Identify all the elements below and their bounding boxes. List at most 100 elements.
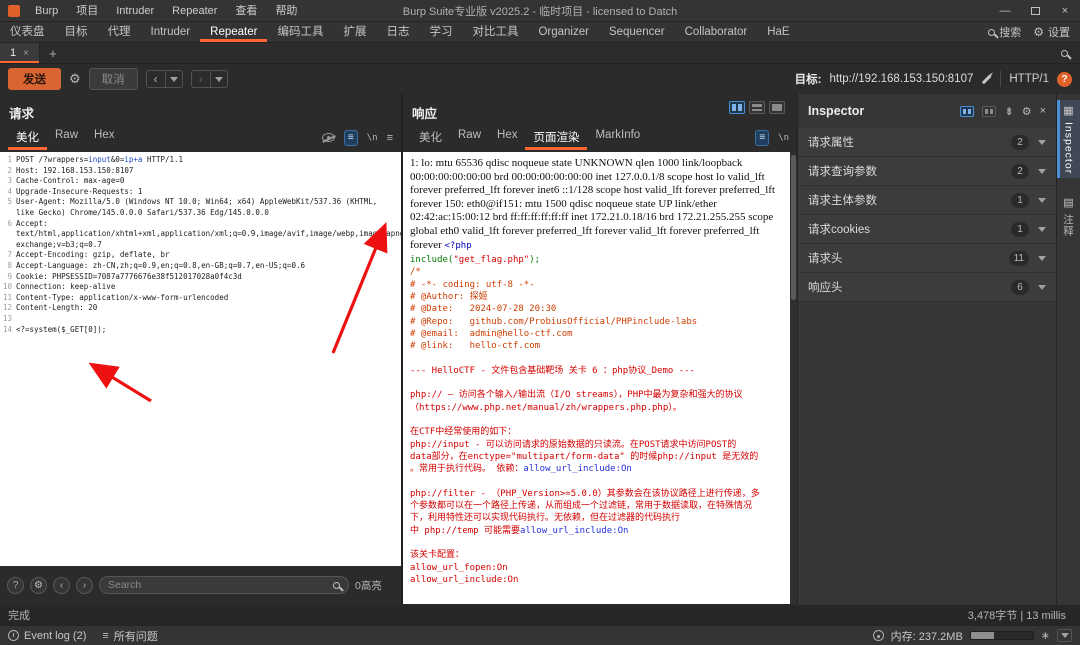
inspector-section[interactable]: 请求cookies 1 <box>798 215 1056 244</box>
editor-tab[interactable]: 美化 <box>411 126 450 150</box>
nav-tab[interactable]: HaE <box>757 22 799 42</box>
text-line[interactable]: 10 Connection: keep-alive <box>0 282 401 293</box>
text-line[interactable]: # @Repo: github.com/ProbiusOfficial/PHPi… <box>410 316 780 328</box>
maximize-button[interactable] <box>1020 0 1050 21</box>
text-line[interactable]: allow_url_fopen:On <box>410 562 780 574</box>
nav-tab[interactable]: 代理 <box>98 22 141 42</box>
hide-nonprintable-icon[interactable] <box>321 133 335 142</box>
scrollbar-thumb[interactable] <box>791 155 796 300</box>
text-line[interactable]: 在CTF中经常使用的如下： <box>410 426 780 438</box>
repeater-session-tab[interactable]: 1 × <box>0 43 40 63</box>
text-line[interactable]: # -*- coding: utf-8 -*- <box>410 279 780 291</box>
text-line[interactable]: 2 Host: 192.168.153.150:8107 <box>0 166 401 177</box>
editor-tab[interactable]: Raw <box>450 126 489 150</box>
global-settings-button[interactable]: ⚙ 设置 <box>1033 24 1070 40</box>
text-line[interactable]: 1 POST /?wrappers=input&0=ip+a HTTP/1.1 <box>0 155 401 166</box>
menu-item[interactable]: Repeater <box>163 0 226 22</box>
text-line[interactable]: 7 Accept-Encoding: gzip, deflate, br <box>0 250 401 261</box>
text-line[interactable] <box>410 476 780 488</box>
menu-item[interactable]: 帮助 <box>266 0 306 22</box>
http-version[interactable]: HTTP/1 <box>1009 73 1049 85</box>
menu-item[interactable]: Intruder <box>107 0 163 22</box>
text-line[interactable]: # @email: admin@hello-ctf.com <box>410 328 780 340</box>
pretty-wrap-toggle-icon[interactable]: ≡ <box>343 129 358 146</box>
next-request-button[interactable]: › <box>190 70 228 88</box>
text-line[interactable]: 5 User-Agent: Mozilla/5.0 (Windows NT 10.… <box>0 197 401 218</box>
editor-tab[interactable]: Hex <box>86 126 122 150</box>
text-line[interactable]: 11 Content-Type: application/x-www-form-u… <box>0 293 401 304</box>
newline-toggle-icon[interactable]: \n <box>367 133 378 143</box>
request-editor[interactable]: 1 POST /?wrappers=input&0=ip+a HTTP/1.1 2 H… <box>0 152 401 566</box>
text-line[interactable]: 6 Accept: text/html,application/xhtml+xml… <box>0 219 401 251</box>
text-line[interactable]: # @Date: 2024-07-28 20:30 <box>410 303 780 315</box>
text-line[interactable]: /* <box>410 266 780 278</box>
text-line[interactable]: 该关卡配置： <box>410 549 780 561</box>
nav-tab[interactable]: 对比工具 <box>462 22 528 42</box>
text-line[interactable]: 。常用于执行代码。 依赖：allow_url_include:On <box>410 463 780 475</box>
editor-tab[interactable]: 页面渲染 <box>525 126 587 150</box>
edit-target-icon[interactable] <box>982 74 992 84</box>
nav-tab[interactable]: 目标 <box>55 22 98 42</box>
sidebar-inspector-toggle[interactable]: ▦ Inspector <box>1057 100 1080 179</box>
collapse-icon[interactable] <box>1057 629 1072 642</box>
text-line[interactable]: include("get_flag.php"); <box>410 254 780 266</box>
next-dropdown[interactable] <box>209 71 227 87</box>
text-line[interactable]: 8 Accept-Language: zh-CN,zh;q=0.9,en;q=0.… <box>0 261 401 272</box>
help-icon[interactable]: ? <box>1057 71 1072 87</box>
all-issues-button[interactable]: ≡ 所有问题 <box>102 628 157 644</box>
response-scrollbar[interactable] <box>790 152 797 604</box>
nav-tab[interactable]: 学习 <box>419 22 462 42</box>
response-rendered-view[interactable]: 1: lo: mtu 65536 qdisc noqueue state UNK… <box>403 152 790 604</box>
gc-icon[interactable]: ∗ <box>1041 629 1050 642</box>
inspector-section[interactable]: 请求主体参数 1 <box>798 186 1056 215</box>
tab-search-icon[interactable] <box>1061 49 1068 57</box>
text-line[interactable]: 4 Upgrade-Insecure-Requests: 1 <box>0 187 401 198</box>
menu-item[interactable]: 查看 <box>226 0 266 22</box>
prev-match-button[interactable]: ‹ <box>53 576 70 594</box>
text-line[interactable]: 12 Content-Length: 20 <box>0 303 401 314</box>
layout-single-button[interactable] <box>769 101 785 114</box>
newline-toggle-icon[interactable]: \n <box>778 133 789 143</box>
inspector-section[interactable]: 请求头 11 <box>798 244 1056 273</box>
nav-tab[interactable]: Intruder <box>141 22 201 42</box>
search-input[interactable] <box>108 579 327 591</box>
text-line[interactable]: 中 php://temp 可能需要allow_url_include:On <box>410 525 780 537</box>
text-line[interactable]: # @link: hello-ctf.com <box>410 340 780 352</box>
editor-menu-icon[interactable]: ≡ <box>387 132 393 144</box>
prev-dropdown[interactable] <box>164 71 182 87</box>
search-settings-icon[interactable]: ⚙ <box>30 576 47 594</box>
close-tab-icon[interactable]: × <box>23 48 29 59</box>
editor-tab[interactable]: Hex <box>489 126 525 150</box>
text-line[interactable]: 9 Cookie: PHPSESSID=7087a7776676e38f51201… <box>0 272 401 283</box>
text-line[interactable] <box>410 414 780 426</box>
nav-tab[interactable]: Sequencer <box>599 22 675 42</box>
text-line[interactable] <box>410 353 780 365</box>
text-line[interactable]: data部分，在enctype="multipart/form-data" 的时… <box>410 451 780 463</box>
cancel-button[interactable]: 取消 <box>88 68 138 90</box>
send-button[interactable]: 发送 <box>8 68 61 90</box>
editor-tab[interactable]: 美化 <box>8 126 47 150</box>
text-line[interactable]: 3 Cache-Control: max-age=0 <box>0 176 401 187</box>
menu-item[interactable]: Burp <box>26 0 67 22</box>
text-line[interactable]: php://filter - （PHP_Version>=5.0.0）其参数会在… <box>410 488 780 500</box>
inspector-close-icon[interactable]: × <box>1040 105 1046 117</box>
menu-item[interactable]: 项目 <box>67 0 107 22</box>
nav-tab[interactable]: 日志 <box>376 22 419 42</box>
text-line[interactable]: （https://www.php.net/manual/zh/wrappers.… <box>410 402 780 414</box>
pretty-wrap-toggle-icon[interactable]: ≡ <box>755 129 770 146</box>
inspector-section[interactable]: 请求查询参数 2 <box>798 157 1056 186</box>
sidebar-notes-toggle[interactable]: ▤ 注释 <box>1057 192 1080 241</box>
inspector-section[interactable]: 响应头 6 <box>798 273 1056 302</box>
inspector-dock-bottom-icon[interactable] <box>982 105 997 117</box>
send-settings-gear-icon[interactable]: ⚙ <box>69 71 81 87</box>
nav-tab[interactable]: 编码工具 <box>267 22 333 42</box>
nav-tab[interactable]: Repeater <box>200 22 267 42</box>
global-search-button[interactable]: 搜索 <box>988 24 1021 40</box>
nav-tab[interactable]: Collaborator <box>675 22 758 42</box>
editor-tab[interactable]: Raw <box>47 126 86 150</box>
layout-rows-button[interactable] <box>749 101 765 114</box>
text-line[interactable]: 个参数都可以在一个路径上传递，从而组成一个过滤链，常用于数据读取，在特殊情况 <box>410 500 780 512</box>
layout-columns-button[interactable] <box>729 101 745 114</box>
nav-tab[interactable]: 仪表盘 <box>0 22 55 42</box>
text-line[interactable] <box>410 537 780 549</box>
